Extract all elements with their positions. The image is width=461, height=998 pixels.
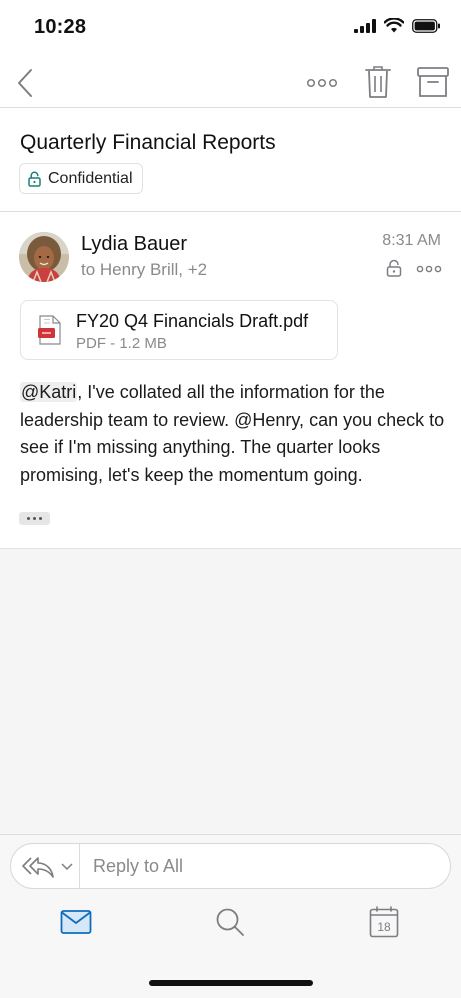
- dot: [27, 517, 30, 520]
- subject-header: Quarterly Financial Reports Confidential: [0, 108, 461, 212]
- delete-button[interactable]: [364, 65, 392, 99]
- message-lock-indicator: [386, 259, 402, 277]
- avatar-photo: [19, 232, 69, 282]
- reply-all-icon: [22, 857, 54, 878]
- chevron-down-icon: [61, 863, 73, 871]
- show-more-button[interactable]: [19, 512, 50, 525]
- trash-icon: [365, 66, 391, 98]
- reply-input[interactable]: [93, 850, 433, 882]
- reply-options-button[interactable]: [21, 852, 81, 882]
- mention-katri[interactable]: @Katri: [20, 382, 78, 402]
- status-icons: [354, 18, 441, 33]
- nav-bar: [0, 56, 461, 108]
- archive-button[interactable]: [416, 66, 450, 98]
- attachment-card[interactable]: FY20 Q4 Financials Draft.pdf PDF - 1.2 M…: [20, 300, 338, 360]
- bottom-bar: 18: [0, 834, 461, 998]
- dot: [39, 517, 42, 520]
- calendar-icon: 18: [369, 906, 399, 938]
- avatar[interactable]: [19, 232, 69, 282]
- reply-separator: [79, 844, 80, 888]
- sender-name: Lydia Bauer: [81, 233, 187, 255]
- status-time: 10:28: [34, 16, 87, 38]
- more-dots-icon: [306, 78, 338, 88]
- attachment-meta: PDF - 1.2 MB: [76, 335, 167, 352]
- sensitivity-label-text: Confidential: [48, 169, 133, 187]
- message-time: 8:31 AM: [382, 232, 441, 249]
- calendar-day: 18: [377, 920, 391, 934]
- recipients[interactable]: to Henry Brill, +2: [81, 260, 207, 280]
- pdf-file-icon: [38, 315, 62, 345]
- search-icon: [216, 908, 244, 936]
- status-bar: 10:28: [0, 0, 461, 56]
- divider: [0, 548, 461, 549]
- lock-icon: [386, 259, 402, 277]
- tab-mail[interactable]: [60, 909, 92, 935]
- more-dots-icon: [416, 265, 442, 273]
- home-indicator: [149, 980, 313, 986]
- sensitivity-label-badge[interactable]: Confidential: [19, 163, 143, 194]
- message-header[interactable]: Lydia Bauer to Henry Brill, +2 8:31 AM: [0, 213, 461, 293]
- attachment-name: FY20 Q4 Financials Draft.pdf: [76, 311, 309, 331]
- message-body: @Katri, I've collated all the informatio…: [20, 379, 445, 489]
- wifi-icon: [384, 18, 404, 33]
- archive-icon: [417, 67, 449, 97]
- tab-calendar[interactable]: 18: [369, 906, 399, 938]
- email-subject: Quarterly Financial Reports: [20, 131, 276, 154]
- reply-bar: [10, 843, 451, 889]
- tab-search[interactable]: [215, 907, 245, 937]
- dot: [33, 517, 36, 520]
- back-chevron-icon: [18, 69, 32, 97]
- back-button[interactable]: [12, 66, 38, 100]
- cellular-signal-icon: [354, 18, 376, 33]
- mail-icon: [60, 910, 92, 934]
- message-more-button[interactable]: [416, 263, 442, 275]
- battery-icon: [412, 18, 440, 33]
- message-body-text: , I've collated all the information for …: [20, 382, 445, 485]
- more-options-button[interactable]: [305, 72, 339, 94]
- lock-icon: [28, 171, 41, 187]
